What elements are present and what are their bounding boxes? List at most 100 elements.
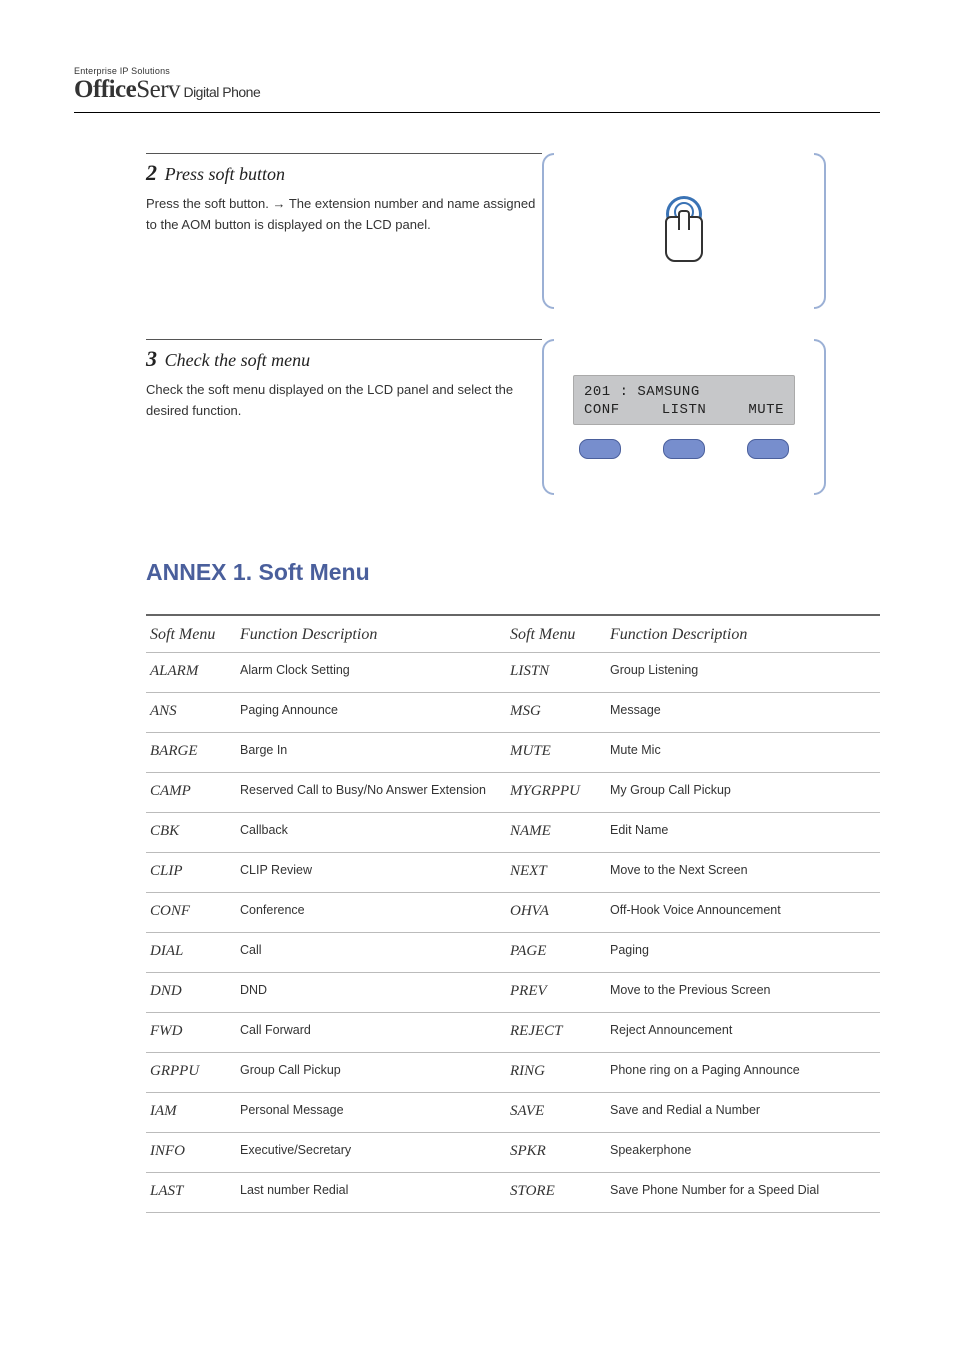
bracket-left-icon bbox=[542, 339, 554, 495]
table-row: CBKCallbackNAMEEdit Name bbox=[146, 813, 880, 853]
softmenu-name: PAGE bbox=[506, 933, 606, 973]
table-row: CLIPCLIP ReviewNEXTMove to the Next Scre… bbox=[146, 853, 880, 893]
brand-serv: Serv bbox=[136, 76, 180, 103]
softmenu-desc: My Group Call Pickup bbox=[606, 773, 880, 813]
softkey-button bbox=[579, 439, 621, 459]
softmenu-desc: Executive/Secretary bbox=[236, 1133, 506, 1173]
softmenu-name: FWD bbox=[146, 1013, 236, 1053]
softmenu-desc: Paging Announce bbox=[236, 693, 506, 733]
step-visual: 201 : SAMSUNG CONF LISTN MUTE bbox=[542, 339, 826, 495]
table-row: BARGEBarge InMUTEMute Mic bbox=[146, 733, 880, 773]
table-row: CAMPReserved Call to Busy/No Answer Exte… bbox=[146, 773, 880, 813]
step-text: 3 Check the soft menu Check the soft men… bbox=[146, 339, 542, 495]
softmenu-desc: Reject Announcement bbox=[606, 1013, 880, 1053]
visual-lcd: 201 : SAMSUNG CONF LISTN MUTE bbox=[554, 339, 814, 495]
softmenu-desc: Barge In bbox=[236, 733, 506, 773]
softmenu-name: PREV bbox=[506, 973, 606, 1013]
softmenu-name: DIAL bbox=[146, 933, 236, 973]
table-row: DIALCallPAGEPaging bbox=[146, 933, 880, 973]
softmenu-name: MSG bbox=[506, 693, 606, 733]
softmenu-desc: DND bbox=[236, 973, 506, 1013]
softmenu-name: ALARM bbox=[146, 653, 236, 693]
brand-main: OfficeServ Digital Phone bbox=[74, 76, 880, 104]
softmenu-name: SPKR bbox=[506, 1133, 606, 1173]
col-softmenu-2: Soft Menu bbox=[506, 615, 606, 653]
softmenu-desc: Speakerphone bbox=[606, 1133, 880, 1173]
softmenu-name: REJECT bbox=[506, 1013, 606, 1053]
softmenu-name: MYGRPPU bbox=[506, 773, 606, 813]
visual-finger bbox=[554, 153, 814, 309]
bracket-left-icon bbox=[542, 153, 554, 309]
softmenu-name: SAVE bbox=[506, 1093, 606, 1133]
softmenu-desc: Phone ring on a Paging Announce bbox=[606, 1053, 880, 1093]
softmenu-desc: Save Phone Number for a Speed Dial bbox=[606, 1173, 880, 1213]
table-header-row: Soft Menu Function Description Soft Menu… bbox=[146, 615, 880, 653]
softmenu-name: RING bbox=[506, 1053, 606, 1093]
softmenu-name: OHVA bbox=[506, 893, 606, 933]
softmenu-name: STORE bbox=[506, 1173, 606, 1213]
softmenu-name: LISTN bbox=[506, 653, 606, 693]
col-funcdesc-2: Function Description bbox=[606, 615, 880, 653]
bracket-right-icon bbox=[814, 153, 826, 309]
step-label: Check the soft menu bbox=[165, 350, 310, 370]
softmenu-desc: Alarm Clock Setting bbox=[236, 653, 506, 693]
step-label: Press soft button bbox=[165, 164, 285, 184]
softmenu-name: NAME bbox=[506, 813, 606, 853]
step-num: 2 bbox=[146, 160, 157, 185]
softkey-button bbox=[747, 439, 789, 459]
lcd-line1: 201 : SAMSUNG bbox=[584, 384, 784, 400]
step-row: 2 Press soft button Press the soft butto… bbox=[146, 153, 880, 309]
softmenu-desc: Mute Mic bbox=[606, 733, 880, 773]
softmenu-name: NEXT bbox=[506, 853, 606, 893]
softkey-button bbox=[663, 439, 705, 459]
step-text: 2 Press soft button Press the soft butto… bbox=[146, 153, 542, 309]
softmenu-desc: Save and Redial a Number bbox=[606, 1093, 880, 1133]
softmenu-name: ANS bbox=[146, 693, 236, 733]
softmenu-desc: Call Forward bbox=[236, 1013, 506, 1053]
lcd-soft-conf: CONF bbox=[584, 402, 620, 418]
press-icon bbox=[654, 196, 714, 266]
softmenu-desc: Call bbox=[236, 933, 506, 973]
softmenu-desc: Reserved Call to Busy/No Answer Extensio… bbox=[236, 773, 506, 813]
table-row: ALARMAlarm Clock SettingLISTNGroup Liste… bbox=[146, 653, 880, 693]
step-row: 3 Check the soft menu Check the soft men… bbox=[146, 339, 880, 495]
softmenu-desc: Personal Message bbox=[236, 1093, 506, 1133]
brand-bar: Enterprise IP Solutions OfficeServ Digit… bbox=[74, 66, 880, 113]
lcd-screen: 201 : SAMSUNG CONF LISTN MUTE bbox=[573, 375, 795, 425]
table-row: INFOExecutive/SecretarySPKRSpeakerphone bbox=[146, 1133, 880, 1173]
softmenu-desc: Group Call Pickup bbox=[236, 1053, 506, 1093]
softmenu-desc: Last number Redial bbox=[236, 1173, 506, 1213]
table-row: FWDCall ForwardREJECTReject Announcement bbox=[146, 1013, 880, 1053]
lcd-soft-listn: LISTN bbox=[662, 402, 707, 418]
step-body: Press the soft button. → The extension n… bbox=[146, 194, 542, 236]
step-num: 3 bbox=[146, 346, 157, 371]
softmenu-name: CLIP bbox=[146, 853, 236, 893]
table-row: DNDDNDPREVMove to the Previous Screen bbox=[146, 973, 880, 1013]
softmenu-desc: Off-Hook Voice Announcement bbox=[606, 893, 880, 933]
softmenu-name: CONF bbox=[146, 893, 236, 933]
lcd-line2: CONF LISTN MUTE bbox=[584, 402, 784, 418]
lcd-soft-mute: MUTE bbox=[748, 402, 784, 418]
table-row: IAMPersonal MessageSAVESave and Redial a… bbox=[146, 1093, 880, 1133]
col-funcdesc-1: Function Description bbox=[236, 615, 506, 653]
softmenu-name: DND bbox=[146, 973, 236, 1013]
softmenu-name: INFO bbox=[146, 1133, 236, 1173]
softmenu-table: Soft Menu Function Description Soft Menu… bbox=[146, 614, 880, 1213]
softmenu-name: GRPPU bbox=[146, 1053, 236, 1093]
softmenu-name: CBK bbox=[146, 813, 236, 853]
step-visual bbox=[542, 153, 826, 309]
softmenu-desc: Conference bbox=[236, 893, 506, 933]
softmenu-desc: Move to the Next Screen bbox=[606, 853, 880, 893]
annex-title: ANNEX 1. Soft Menu bbox=[146, 559, 880, 586]
step-body: Check the soft menu displayed on the LCD… bbox=[146, 380, 542, 422]
softmenu-desc: Move to the Previous Screen bbox=[606, 973, 880, 1013]
softmenu-desc: Paging bbox=[606, 933, 880, 973]
brand-sub: Digital Phone bbox=[180, 84, 260, 100]
col-softmenu-1: Soft Menu bbox=[146, 615, 236, 653]
brand-top: Enterprise IP Solutions bbox=[74, 66, 880, 76]
softkeys bbox=[573, 439, 795, 459]
brand-bold: Office bbox=[74, 76, 136, 103]
table-row: ANSPaging AnnounceMSGMessage bbox=[146, 693, 880, 733]
softmenu-name: LAST bbox=[146, 1173, 236, 1213]
softmenu-name: CAMP bbox=[146, 773, 236, 813]
